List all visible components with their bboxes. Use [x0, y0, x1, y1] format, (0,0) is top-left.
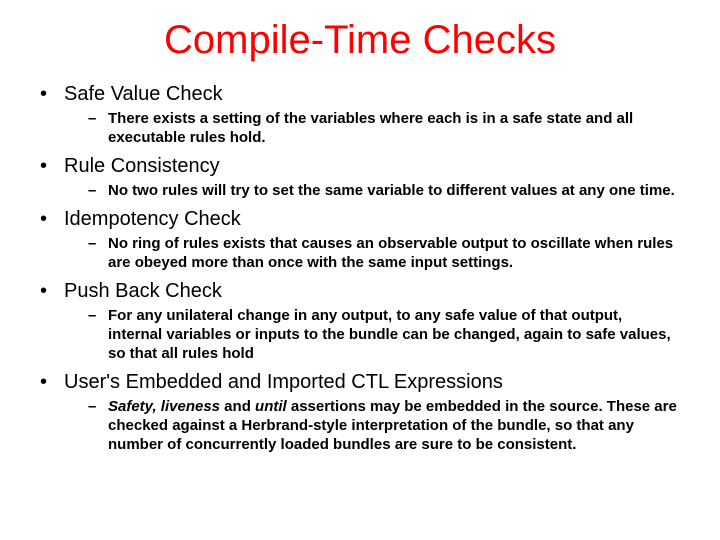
dash-icon: – — [88, 306, 108, 325]
item-sub: No ring of rules exists that causes an o… — [108, 234, 690, 272]
slide: Compile-Time Checks • Safe Value Check –… — [0, 0, 720, 540]
bullet-icon: • — [40, 153, 64, 179]
list-item: • Rule Consistency – No two rules will t… — [40, 153, 690, 200]
item-heading: User's Embedded and Imported CTL Express… — [64, 369, 503, 395]
item-sub: There exists a setting of the variables … — [108, 109, 690, 147]
bullet-icon: • — [40, 81, 64, 107]
dash-icon: – — [88, 109, 108, 128]
item-sub: Safety, liveness and until assertions ma… — [108, 397, 690, 454]
list-item: • Idempotency Check – No ring of rules e… — [40, 206, 690, 272]
dash-icon: – — [88, 181, 108, 200]
bullet-icon: • — [40, 278, 64, 304]
bullet-icon: • — [40, 369, 64, 395]
item-heading: Idempotency Check — [64, 206, 241, 232]
bullet-icon: • — [40, 206, 64, 232]
bullet-list: • Safe Value Check – There exists a sett… — [30, 81, 690, 454]
item-heading: Rule Consistency — [64, 153, 220, 179]
slide-title: Compile-Time Checks — [30, 18, 690, 63]
list-item: • Push Back Check – For any unilateral c… — [40, 278, 690, 363]
item-heading: Safe Value Check — [64, 81, 223, 107]
dash-icon: – — [88, 234, 108, 253]
list-item: • Safe Value Check – There exists a sett… — [40, 81, 690, 147]
item-heading: Push Back Check — [64, 278, 222, 304]
dash-icon: – — [88, 397, 108, 416]
list-item: • User's Embedded and Imported CTL Expre… — [40, 369, 690, 454]
item-sub: For any unilateral change in any output,… — [108, 306, 690, 363]
item-sub: No two rules will try to set the same va… — [108, 181, 685, 200]
